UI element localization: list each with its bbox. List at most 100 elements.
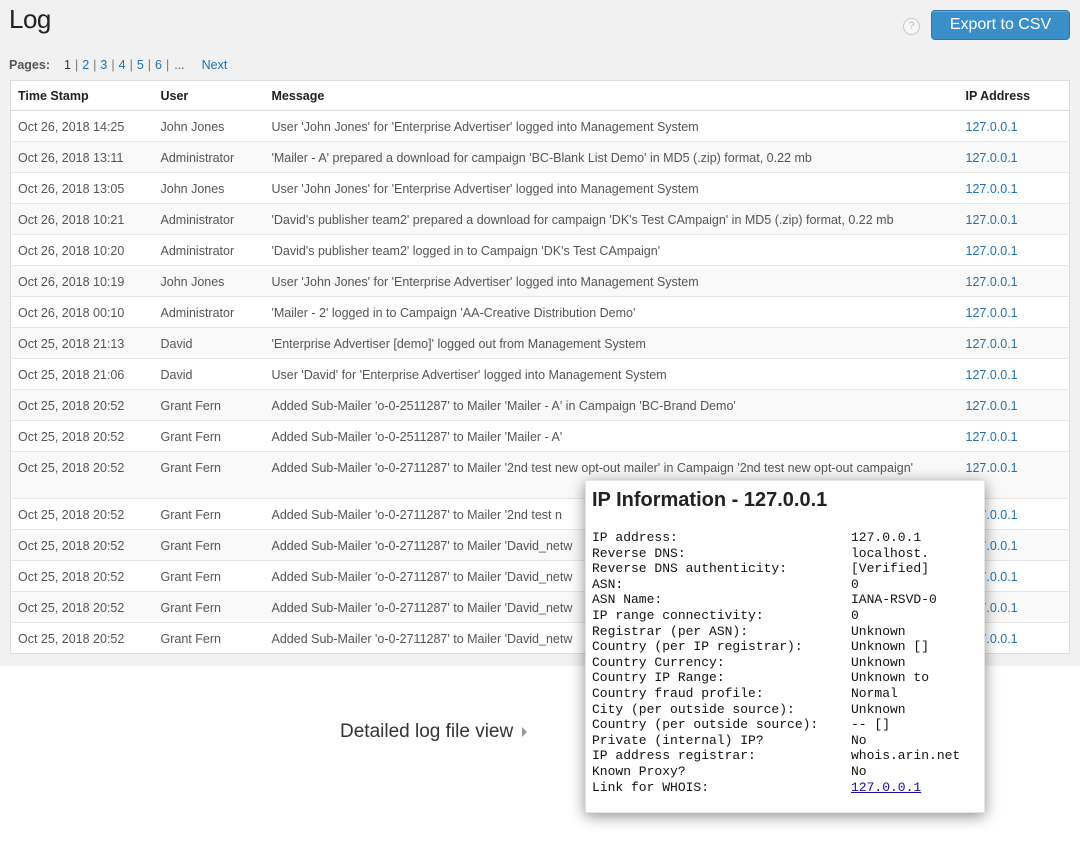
ip-address-link[interactable]: 127.0.0.1 — [966, 275, 1018, 289]
cell-user: Grant Fern — [153, 591, 265, 623]
ip-info-value: localhost. — [851, 545, 930, 561]
pagination-page-5[interactable]: 5 — [137, 58, 144, 72]
cell-message: Added Sub-Mailer 'o-0-2511287' to Mailer… — [264, 420, 959, 452]
ip-info-value: -- [] — [851, 717, 891, 733]
cell-user: Grant Fern — [153, 420, 265, 452]
cell-ip-address: 127.0.0.1 — [958, 110, 1070, 142]
cell-message: 'David's publisher team2' logged in to C… — [264, 234, 959, 266]
cell-message: Added Sub-Mailer 'o-0-2511287' to Mailer… — [264, 389, 959, 421]
page-title: Log — [9, 4, 51, 34]
cell-timestamp: Oct 25, 2018 20:52 — [10, 560, 154, 592]
cell-message: User 'John Jones' for 'Enterprise Advert… — [264, 265, 959, 297]
cell-message: User 'David' for 'Enterprise Advertiser'… — [264, 358, 959, 390]
ip-info-row: Link for WHOIS: 127.0.0.1 — [592, 780, 972, 796]
ip-info-key: Known Proxy? — [592, 763, 686, 779]
help-icon[interactable]: ? — [903, 18, 920, 35]
pagination-page-6[interactable]: 6 — [155, 58, 162, 72]
pagination-page-2[interactable]: 2 — [82, 58, 89, 72]
cell-timestamp: Oct 26, 2018 10:20 — [10, 234, 154, 266]
ip-info-value: 127.0.0.1 — [851, 530, 922, 545]
ip-address-link[interactable]: 127.0.0.1 — [966, 399, 1018, 413]
cell-message: 'Mailer - 2' logged in to Campaign 'AA-C… — [264, 296, 959, 328]
pagination-ellipsis: ... — [174, 58, 185, 72]
ip-info-value: Normal — [851, 685, 898, 701]
ip-info-value: [Verified] — [851, 561, 930, 577]
ip-info-row: ASN: 0 — [592, 577, 972, 593]
cell-user: Grant Fern — [153, 389, 265, 421]
whois-link[interactable]: 127.0.0.1 — [851, 780, 921, 796]
cell-message: User 'John Jones' for 'Enterprise Advert… — [264, 110, 959, 142]
cell-user: Grant Fern — [153, 529, 265, 561]
ip-address-link[interactable]: 127.0.0.1 — [966, 213, 1018, 227]
ip-info-key: Country (per outside source): — [592, 717, 819, 733]
cell-ip-address: 127.0.0.1 — [958, 358, 1070, 390]
ip-info-value: No — [851, 732, 867, 748]
column-header-timestamp[interactable]: Time Stamp — [10, 80, 154, 111]
column-header-user[interactable]: User — [153, 80, 265, 111]
ip-info-row: Registrar (per ASN): Unknown — [592, 624, 972, 640]
column-header-message[interactable]: Message — [264, 80, 959, 111]
cell-user: John Jones — [153, 110, 265, 142]
ip-info-row: City (per outside source): Unknown — [592, 702, 972, 718]
cell-user: John Jones — [153, 265, 265, 297]
ip-address-link[interactable]: 127.0.0.1 — [966, 461, 1018, 475]
pagination-next-link[interactable]: Next — [202, 58, 228, 72]
cell-timestamp: Oct 25, 2018 21:06 — [10, 358, 154, 390]
ip-info-row: Reverse DNS authenticity: [Verified] — [592, 561, 972, 577]
ip-info-row: Country (per outside source): -- [] — [592, 717, 972, 733]
pagination-current-page: 1 — [64, 58, 71, 72]
pagination-label: Pages: — [9, 58, 50, 72]
ip-info-value: 0 — [851, 576, 859, 592]
pagination-page-3[interactable]: 3 — [100, 58, 107, 72]
export-csv-button[interactable]: Export to CSV — [931, 10, 1070, 40]
cell-user: Administrator — [153, 141, 265, 173]
cell-ip-address: 127.0.0.1 — [958, 296, 1070, 328]
ip-address-link[interactable]: 127.0.0.1 — [966, 368, 1018, 382]
ip-info-row: Country fraud profile: Normal — [592, 686, 972, 702]
cell-message: 'David's publisher team2' prepared a dow… — [264, 203, 959, 235]
ip-info-key: IP range connectivity: — [592, 607, 764, 623]
ip-info-row: IP address: 127.0.0.1 — [592, 530, 972, 546]
cell-timestamp: Oct 26, 2018 13:05 — [10, 172, 154, 204]
ip-info-key: City (per outside source): — [592, 701, 795, 717]
ip-info-row: Country (per IP registrar): Unknown [] — [592, 639, 972, 655]
cell-timestamp: Oct 25, 2018 20:52 — [10, 389, 154, 421]
cell-user: David — [153, 358, 265, 390]
cell-timestamp: Oct 26, 2018 13:11 — [10, 141, 154, 173]
ip-info-value: Unknown to — [851, 670, 930, 686]
ip-info-key: IP address: — [592, 530, 678, 545]
ip-info-row: Private (internal) IP? No — [592, 733, 972, 749]
cell-ip-address: 127.0.0.1 — [958, 389, 1070, 421]
cell-ip-address: 127.0.0.1 — [958, 234, 1070, 266]
column-header-ip-address[interactable]: IP Address — [958, 80, 1070, 111]
table-row: Oct 26, 2018 10:20 Administrator 'David's … — [10, 234, 1070, 266]
ip-info-value: Unknown [] — [851, 639, 930, 655]
cell-timestamp: Oct 26, 2018 00:10 — [10, 296, 154, 328]
ip-info-key: Country IP Range: — [592, 670, 725, 686]
cell-timestamp: Oct 25, 2018 20:52 — [10, 591, 154, 623]
ip-address-link[interactable]: 127.0.0.1 — [966, 120, 1018, 134]
cell-user: Administrator — [153, 203, 265, 235]
cell-ip-address: 127.0.0.1 — [958, 172, 1070, 204]
ip-address-link[interactable]: 127.0.0.1 — [966, 337, 1018, 351]
table-row: Oct 25, 2018 20:52 Grant Fern Added Sub-Ma… — [10, 420, 1070, 452]
cell-user: Grant Fern — [153, 451, 265, 499]
cell-message: 'Mailer - A' prepared a download for cam… — [264, 141, 959, 173]
cell-message: User 'John Jones' for 'Enterprise Advert… — [264, 172, 959, 204]
pagination-page-4[interactable]: 4 — [119, 58, 126, 72]
ip-info-key: Country (per IP registrar): — [592, 639, 803, 655]
table-row: Oct 26, 2018 13:05 John Jones User 'John J… — [10, 172, 1070, 204]
ip-info-row: ASN Name: IANA-RSVD-0 — [592, 592, 972, 608]
table-row: Oct 26, 2018 13:11 Administrator 'Mailer -… — [10, 141, 1070, 173]
ip-address-link[interactable]: 127.0.0.1 — [966, 151, 1018, 165]
arrow-right-icon — [522, 727, 528, 737]
ip-address-link[interactable]: 127.0.0.1 — [966, 430, 1018, 444]
ip-info-key: Registrar (per ASN): — [592, 623, 749, 639]
ip-address-link[interactable]: 127.0.0.1 — [966, 306, 1018, 320]
caption-text: Detailed log file view — [340, 721, 514, 742]
cell-user: Administrator — [153, 234, 265, 266]
ip-address-link[interactable]: 127.0.0.1 — [966, 182, 1018, 196]
cell-ip-address: 127.0.0.1 — [958, 265, 1070, 297]
ip-address-link[interactable]: 127.0.0.1 — [966, 244, 1018, 258]
ip-info-value: 0 — [851, 607, 859, 623]
